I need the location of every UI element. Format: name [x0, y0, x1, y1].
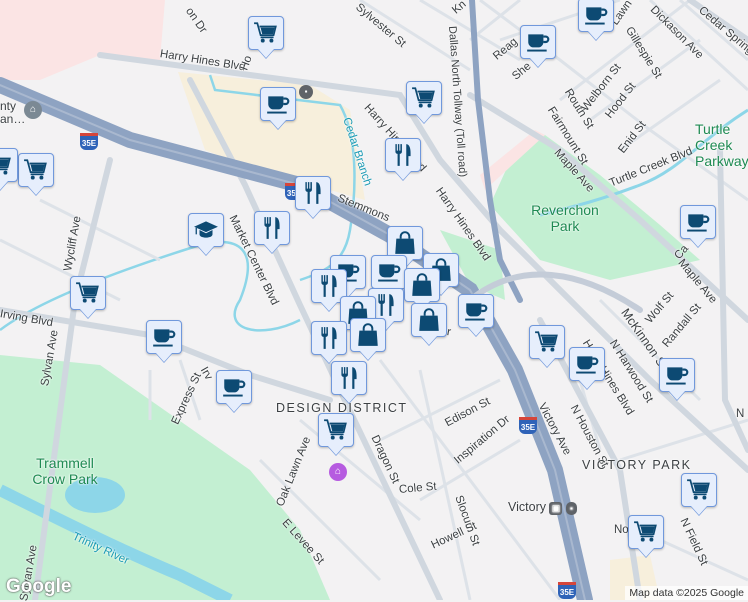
park-label-reverchon[interactable]: Reverchon Park	[530, 202, 600, 234]
map-marker-cup[interactable]	[680, 205, 716, 239]
map-marker-cart[interactable]	[406, 81, 442, 115]
school-icon	[193, 217, 219, 243]
cup-icon	[151, 324, 177, 350]
map-marker-cart[interactable]	[18, 153, 54, 187]
restaurant-icon	[300, 180, 326, 206]
map-marker-cart[interactable]	[529, 325, 565, 359]
cup-icon	[525, 29, 551, 55]
bag-icon	[392, 230, 418, 256]
map-marker-cup[interactable]	[216, 370, 252, 404]
cup-icon	[583, 2, 609, 28]
transit-station-label[interactable]: Victory ▣ ▪	[508, 500, 577, 515]
highway-shield-i35e: 35E	[558, 582, 576, 599]
map-marker-cart[interactable]	[628, 515, 664, 549]
government-building-icon[interactable]: ⌂	[24, 101, 42, 119]
cart-icon	[0, 152, 13, 178]
highway-shield-i35e: 35E	[519, 417, 537, 434]
map-marker-restaurant[interactable]	[385, 138, 421, 172]
map-marker-cart[interactable]	[0, 148, 18, 182]
bag-icon	[416, 307, 442, 333]
cart-icon	[534, 329, 560, 355]
hospital-area	[0, 0, 165, 80]
cup-icon	[463, 298, 489, 324]
map-attribution[interactable]: Map data ©2025 Google	[625, 586, 748, 600]
park-label-trammell-crow[interactable]: Trammell Crow Park	[30, 455, 100, 487]
map-marker-cup[interactable]	[371, 255, 407, 289]
tram-icon: ▪	[565, 502, 577, 515]
park-label-turtle-creek[interactable]: Turtle Creek Parkway	[695, 121, 748, 169]
map-marker-cart[interactable]	[248, 16, 284, 50]
ne-road	[717, 147, 748, 453]
restaurant-icon	[336, 365, 362, 391]
map-marker-restaurant[interactable]	[295, 176, 331, 210]
restaurant-icon	[316, 273, 342, 299]
train-icon: ▣	[549, 502, 563, 515]
district-label-victory-park: VICTORY PARK	[582, 458, 692, 472]
cart-icon	[633, 519, 659, 545]
station-name: Victory	[508, 500, 546, 514]
map-marker-cart[interactable]	[318, 413, 354, 447]
cup-icon	[574, 351, 600, 377]
restaurant-icon	[259, 215, 285, 241]
cup-icon	[664, 362, 690, 388]
cart-icon	[686, 477, 712, 503]
map-marker-cup[interactable]	[520, 25, 556, 59]
map-marker-cup[interactable]	[578, 0, 614, 32]
cart-icon	[23, 157, 49, 183]
map-marker-bag[interactable]	[411, 303, 447, 337]
map-marker-restaurant[interactable]	[254, 211, 290, 245]
map-marker-cup[interactable]	[260, 87, 296, 121]
museum-icon[interactable]: ⌂	[329, 463, 347, 481]
google-logo[interactable]: Google	[6, 576, 71, 598]
cup-icon	[265, 91, 291, 117]
tram-stop-icon[interactable]: ▪	[299, 85, 313, 99]
restaurant-icon	[390, 142, 416, 168]
map-marker-cup[interactable]	[458, 294, 494, 328]
cart-icon	[253, 20, 279, 46]
cart-icon	[75, 280, 101, 306]
restaurant-icon	[316, 325, 342, 351]
cart-icon	[323, 417, 349, 443]
map-marker-bag[interactable]	[350, 318, 386, 352]
bag-icon	[409, 272, 435, 298]
map-marker-bag[interactable]	[404, 268, 440, 302]
park-name: Trammell Crow Park	[32, 455, 98, 487]
cup-icon	[685, 209, 711, 235]
county-label: nty an…	[0, 99, 26, 126]
cup-icon	[221, 374, 247, 400]
street-label: N	[736, 408, 745, 420]
map-marker-cart[interactable]	[70, 276, 106, 310]
map-marker-cup[interactable]	[569, 347, 605, 381]
cart-icon	[411, 85, 437, 111]
park-name: Reverchon Park	[531, 202, 599, 234]
map-marker-school[interactable]	[188, 213, 224, 247]
map-marker-cup[interactable]	[146, 320, 182, 354]
restaurant-icon	[373, 292, 399, 318]
map-marker-cart[interactable]	[681, 473, 717, 507]
cup-icon	[376, 259, 402, 285]
map-marker-cup[interactable]	[659, 358, 695, 392]
highway-shield-i35e: 35E	[80, 133, 98, 150]
park-name: Turtle Creek Parkway	[695, 121, 748, 169]
map-marker-restaurant[interactable]	[311, 321, 347, 355]
bag-icon	[355, 322, 381, 348]
map-marker-restaurant[interactable]	[331, 361, 367, 395]
street-label: No	[614, 524, 629, 536]
